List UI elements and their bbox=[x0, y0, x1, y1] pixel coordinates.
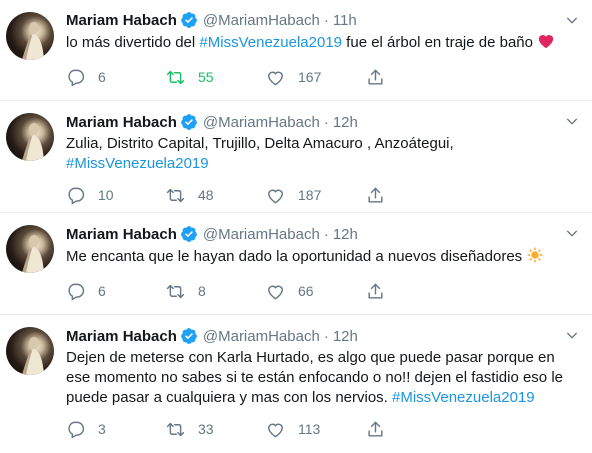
retweet-count: 8 bbox=[198, 283, 206, 299]
avatar[interactable] bbox=[6, 327, 54, 375]
handle[interactable]: @MariamHabach bbox=[203, 12, 320, 29]
tweet[interactable]: Mariam Habach @MariamHabach · 12h Me enc… bbox=[0, 213, 592, 315]
reply-button[interactable]: 6 bbox=[66, 282, 166, 301]
retweet-button[interactable]: 8 bbox=[166, 282, 266, 301]
avatar[interactable] bbox=[6, 225, 54, 273]
separator-dot: · bbox=[323, 327, 329, 345]
avatar[interactable] bbox=[6, 12, 54, 60]
retweet-button[interactable]: 48 bbox=[166, 186, 266, 205]
handle[interactable]: @MariamHabach bbox=[203, 226, 320, 243]
like-button[interactable]: 66 bbox=[266, 282, 366, 301]
retweet-button[interactable]: 55 bbox=[166, 68, 266, 87]
verified-badge-icon bbox=[180, 327, 198, 345]
tweet-header: Mariam Habach @MariamHabach · 11h bbox=[66, 9, 578, 31]
like-button[interactable]: 167 bbox=[266, 68, 366, 87]
like-button[interactable]: 113 bbox=[266, 420, 366, 439]
like-count: 113 bbox=[298, 421, 321, 437]
hashtag-link[interactable]: #MissVenezuela2019 bbox=[392, 389, 535, 406]
timestamp[interactable]: 12h bbox=[333, 328, 358, 345]
chevron-down-icon[interactable] bbox=[564, 327, 580, 348]
reply-button[interactable]: 3 bbox=[66, 420, 166, 439]
separator-dot: · bbox=[323, 225, 329, 243]
handle[interactable]: @MariamHabach bbox=[203, 114, 320, 131]
like-count: 167 bbox=[298, 69, 322, 85]
chevron-down-icon[interactable] bbox=[564, 225, 580, 246]
timestamp[interactable]: 12h bbox=[333, 114, 358, 131]
tweet-text: Zulia, Distrito Capital, Trujillo, Delta… bbox=[66, 134, 578, 174]
share-button[interactable] bbox=[366, 68, 466, 87]
share-button[interactable] bbox=[366, 420, 466, 439]
tweet[interactable]: Mariam Habach @MariamHabach · 12h Dejen … bbox=[0, 315, 592, 453]
display-name[interactable]: Mariam Habach bbox=[66, 226, 177, 243]
tweet-text-part: fue el árbol en traje de baño bbox=[342, 34, 538, 51]
chevron-down-icon[interactable] bbox=[564, 113, 580, 134]
reply-button[interactable]: 6 bbox=[66, 68, 166, 87]
retweet-count: 55 bbox=[198, 69, 214, 85]
like-count: 187 bbox=[298, 187, 322, 203]
tweet-text-part: Zulia, Distrito Capital, Trujillo, Delta… bbox=[66, 135, 454, 152]
reply-count: 6 bbox=[98, 69, 106, 85]
retweet-count: 33 bbox=[198, 421, 214, 437]
sun-emoji-icon bbox=[526, 246, 544, 270]
chevron-down-icon[interactable] bbox=[564, 12, 580, 33]
tweet-actions: 6 8 66 bbox=[66, 281, 578, 301]
tweet-actions: 3 33 113 bbox=[66, 419, 578, 439]
display-name[interactable]: Mariam Habach bbox=[66, 12, 177, 29]
tweet-header: Mariam Habach @MariamHabach · 12h bbox=[66, 223, 578, 245]
display-name[interactable]: Mariam Habach bbox=[66, 328, 177, 345]
hashtag-link[interactable]: #MissVenezuela2019 bbox=[199, 34, 342, 51]
tweet-text-part: Me encanta que le hayan dado la oportuni… bbox=[66, 248, 527, 265]
reply-button[interactable]: 10 bbox=[66, 186, 166, 205]
handle[interactable]: @MariamHabach bbox=[203, 328, 320, 345]
verified-badge-icon bbox=[180, 113, 198, 131]
tweet[interactable]: Mariam Habach @MariamHabach · 11h lo más… bbox=[0, 0, 592, 101]
avatar[interactable] bbox=[6, 113, 54, 161]
timestamp[interactable]: 12h bbox=[333, 226, 358, 243]
tweet-header: Mariam Habach @MariamHabach · 12h bbox=[66, 111, 578, 133]
reply-count: 10 bbox=[98, 187, 114, 203]
tweet-text: Me encanta que le hayan dado la oportuni… bbox=[66, 246, 578, 270]
separator-dot: · bbox=[323, 113, 329, 131]
display-name[interactable]: Mariam Habach bbox=[66, 114, 177, 131]
verified-badge-icon bbox=[180, 225, 198, 243]
tweet-text: Dejen de meterse con Karla Hurtado, es a… bbox=[66, 348, 578, 408]
tweet[interactable]: Mariam Habach @MariamHabach · 12h Zulia,… bbox=[0, 101, 592, 213]
hashtag-link[interactable]: #MissVenezuela2019 bbox=[66, 155, 209, 172]
tweet-actions: 6 55 167 bbox=[66, 67, 578, 87]
tweet-header: Mariam Habach @MariamHabach · 12h bbox=[66, 325, 578, 347]
retweet-button[interactable]: 33 bbox=[166, 420, 266, 439]
timestamp[interactable]: 11h bbox=[333, 12, 357, 29]
share-button[interactable] bbox=[366, 282, 466, 301]
separator-dot: · bbox=[323, 11, 329, 29]
verified-badge-icon bbox=[180, 11, 198, 29]
tweet-text: lo más divertido del #MissVenezuela2019 … bbox=[66, 32, 578, 56]
reply-count: 3 bbox=[98, 421, 106, 437]
like-count: 66 bbox=[298, 283, 314, 299]
like-button[interactable]: 187 bbox=[266, 186, 366, 205]
tweet-actions: 10 48 187 bbox=[66, 185, 578, 205]
retweet-count: 48 bbox=[198, 187, 214, 203]
tweet-text-part: lo más divertido del bbox=[66, 34, 200, 51]
heart-emoji-icon bbox=[537, 32, 555, 56]
share-button[interactable] bbox=[366, 186, 466, 205]
reply-count: 6 bbox=[98, 283, 106, 299]
